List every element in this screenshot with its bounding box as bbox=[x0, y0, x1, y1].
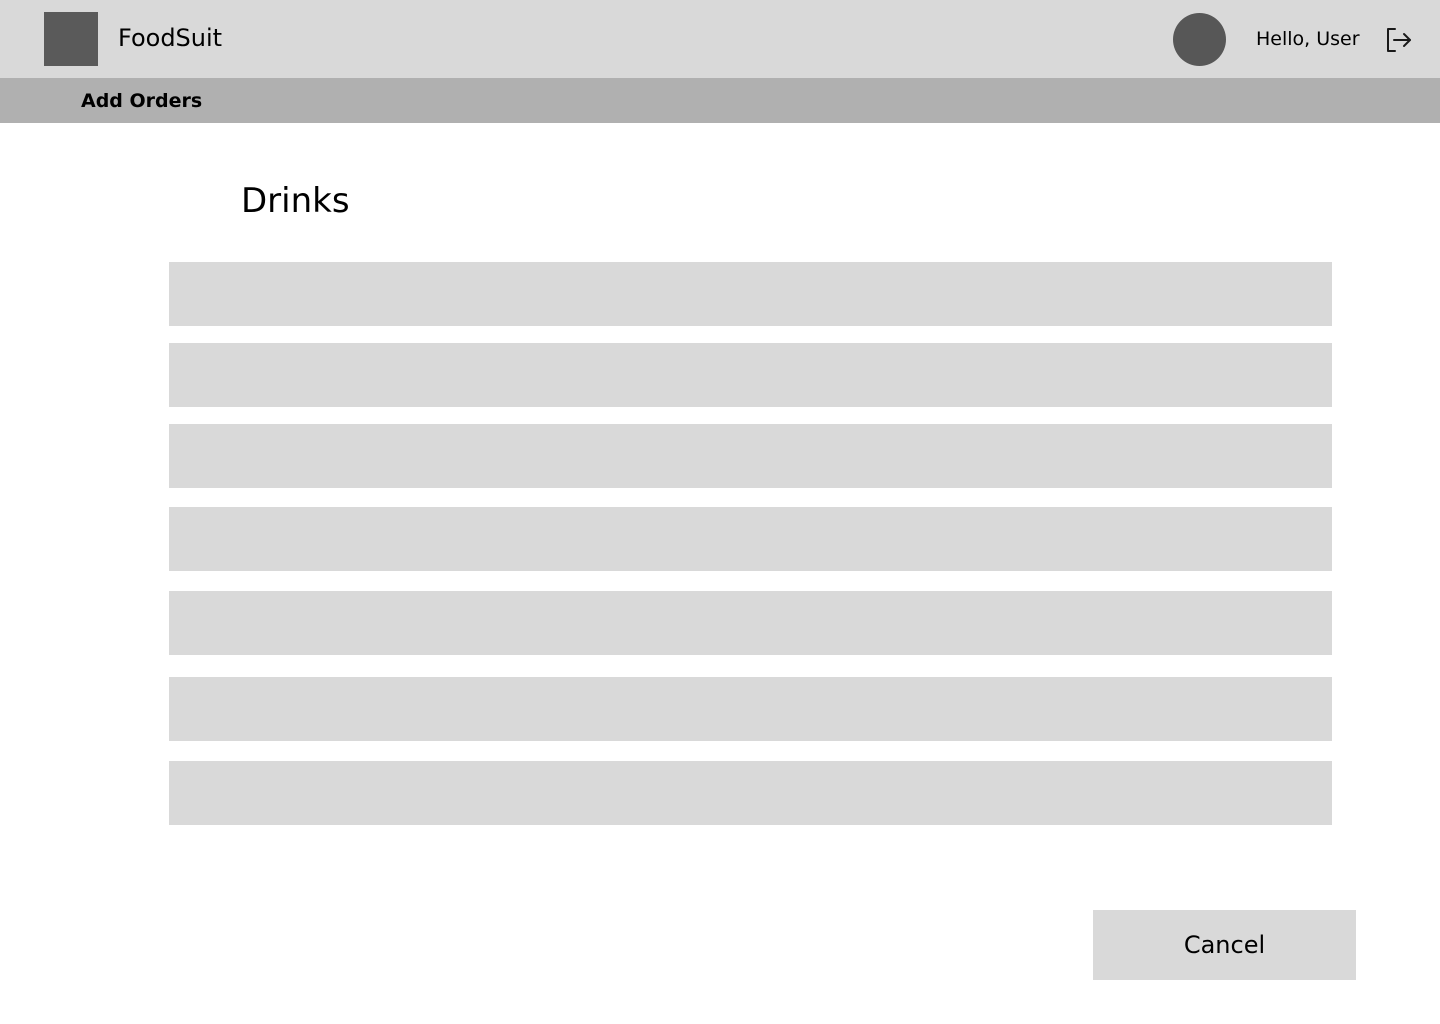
drink-row[interactable] bbox=[169, 343, 1332, 407]
app-title: FoodSuit bbox=[118, 24, 223, 52]
user-avatar[interactable] bbox=[1173, 13, 1226, 66]
cancel-button[interactable]: Cancel bbox=[1093, 910, 1356, 980]
top-header: FoodSuit Hello, User bbox=[0, 0, 1440, 78]
drink-row[interactable] bbox=[169, 677, 1332, 741]
drink-row[interactable] bbox=[169, 507, 1332, 571]
drink-row[interactable] bbox=[169, 591, 1332, 655]
logout-icon[interactable] bbox=[1382, 24, 1414, 56]
section-title: Drinks bbox=[241, 181, 350, 221]
drink-row[interactable] bbox=[169, 761, 1332, 825]
app-logo[interactable] bbox=[44, 12, 98, 66]
user-greeting: Hello, User bbox=[1256, 28, 1360, 50]
add-orders-page: FoodSuit Hello, User Add Orders Drinks C… bbox=[0, 0, 1440, 1024]
nav-item-add-orders[interactable]: Add Orders bbox=[81, 88, 202, 114]
drink-row[interactable] bbox=[169, 424, 1332, 488]
sub-navigation: Add Orders bbox=[0, 78, 1440, 123]
drink-row[interactable] bbox=[169, 262, 1332, 326]
